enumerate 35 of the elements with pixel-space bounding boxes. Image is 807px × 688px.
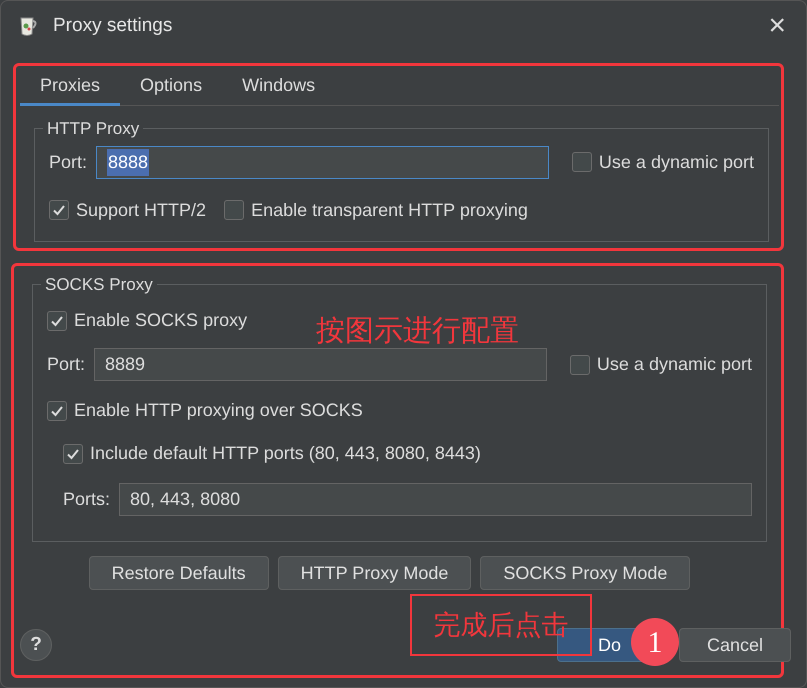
callout-tooltip: 完成后点击 (410, 594, 592, 656)
checkbox-label: Use a dynamic port (596, 353, 752, 376)
window-title: Proxy settings (53, 14, 172, 38)
close-button[interactable]: × (764, 11, 790, 41)
annotation-text: 按图示进行配置 (316, 314, 519, 349)
checkbox-label: Enable transparent HTTP proxying (251, 198, 528, 222)
tab[interactable]: Options (120, 68, 222, 106)
field-label: Ports: (63, 488, 110, 511)
checkbox[interactable] (63, 444, 83, 464)
step-badge-tooltip: 1 (631, 618, 679, 666)
mode-button[interactable]: Restore Defaults (88, 556, 269, 590)
mode-button[interactable]: HTTP Proxy Mode (278, 556, 472, 590)
checkbox-label: Support HTTP/2 (76, 198, 206, 222)
field-label: Port: (49, 150, 88, 174)
mode-button[interactable]: SOCKS Proxy Mode (480, 556, 690, 590)
checkbox[interactable] (224, 200, 244, 220)
checkbox[interactable] (570, 354, 590, 374)
tab[interactable]: Windows (222, 68, 336, 106)
checkbox-label: Enable SOCKS proxy (74, 309, 248, 332)
port-field[interactable]: 8889 (94, 348, 547, 381)
checkbox-label: Enable HTTP proxying over SOCKS (74, 399, 363, 422)
checkbox-label: Use a dynamic port (598, 150, 754, 174)
help-button[interactable]: ? (20, 629, 52, 661)
ports-field[interactable]: 80, 443, 8080 (119, 483, 752, 516)
checkbox[interactable] (47, 310, 67, 330)
checkbox[interactable] (49, 200, 69, 220)
cancel-button[interactable]: Cancel (679, 628, 791, 662)
group-title: SOCKS Proxy (44, 276, 154, 293)
port-field[interactable]: 8888 (96, 146, 549, 178)
checkbox[interactable] (572, 152, 592, 172)
group-title: HTTP Proxy (46, 120, 140, 137)
checkbox-label: Include default HTTP ports (80, 443, 8080, 8443) (90, 442, 481, 465)
checkbox[interactable] (47, 400, 67, 420)
field-label: Port: (47, 353, 86, 376)
tab[interactable]: Proxies (20, 68, 120, 106)
